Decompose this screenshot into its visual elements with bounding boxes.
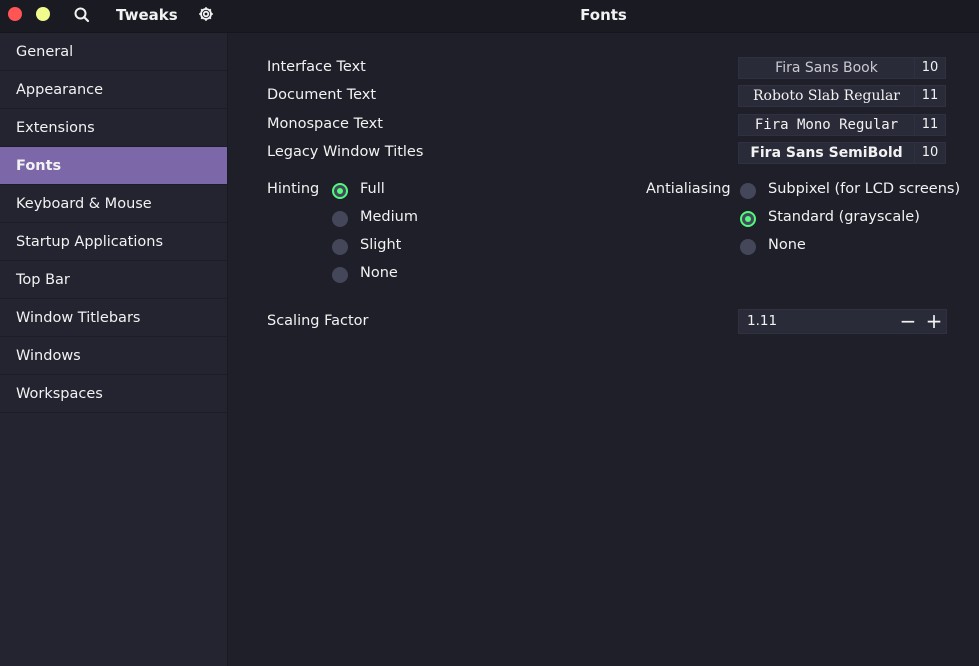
sidebar-item-keyboard-mouse[interactable]: Keyboard & Mouse	[0, 185, 227, 223]
decrease-button[interactable]: −	[895, 310, 921, 333]
monospace-font-button[interactable]: Fira Mono Regular	[738, 114, 915, 136]
search-icon[interactable]	[73, 6, 91, 24]
radio-unchecked-icon	[332, 267, 348, 283]
interface-font-button[interactable]: Fira Sans Book	[738, 57, 915, 79]
increase-button[interactable]: +	[921, 310, 947, 333]
legacy-window-titles-label: Legacy Window Titles	[267, 144, 424, 160]
sidebar-item-top-bar[interactable]: Top Bar	[0, 261, 227, 299]
sidebar: General Appearance Extensions Fonts Keyb…	[0, 33, 228, 666]
fonts-panel: Interface Text Fira Sans Book 10 Documen…	[229, 34, 979, 666]
sidebar-item-windows[interactable]: Windows	[0, 337, 227, 375]
close-window-button[interactable]	[8, 7, 22, 21]
radio-label: None	[768, 237, 806, 253]
document-font-button[interactable]: Roboto Slab Regular	[738, 85, 915, 107]
sidebar-header: Tweaks	[0, 0, 228, 33]
monospace-font-size[interactable]: 11	[914, 114, 946, 136]
radio-checked-icon	[740, 211, 756, 227]
radio-label: None	[360, 265, 398, 281]
sidebar-item-general[interactable]: General	[0, 33, 227, 71]
gear-icon[interactable]	[197, 5, 215, 23]
document-text-label: Document Text	[267, 87, 377, 103]
scaling-factor-spinbutton[interactable]: 1.11 − +	[738, 309, 947, 334]
sidebar-item-window-titlebars[interactable]: Window Titlebars	[0, 299, 227, 337]
sidebar-item-extensions[interactable]: Extensions	[0, 109, 227, 147]
monospace-text-label: Monospace Text	[267, 116, 383, 132]
sidebar-item-appearance[interactable]: Appearance	[0, 71, 227, 109]
document-font-size[interactable]: 11	[914, 85, 946, 107]
radio-label: Standard (grayscale)	[768, 209, 920, 225]
scaling-factor-value[interactable]: 1.11	[747, 313, 777, 329]
radio-unchecked-icon	[332, 239, 348, 255]
radio-unchecked-icon	[740, 239, 756, 255]
legacy-font-button[interactable]: Fira Sans SemiBold	[738, 142, 915, 164]
scaling-factor-label: Scaling Factor	[267, 313, 369, 329]
radio-unchecked-icon	[332, 211, 348, 227]
app-title: Tweaks	[116, 6, 178, 24]
legacy-font-size[interactable]: 10	[914, 142, 946, 164]
radio-checked-icon	[332, 183, 348, 199]
interface-font-size[interactable]: 10	[914, 57, 946, 79]
radio-label: Slight	[360, 237, 402, 253]
radio-label: Full	[360, 181, 385, 197]
hinting-label: Hinting	[267, 181, 320, 197]
antialiasing-label: Antialiasing	[646, 181, 731, 197]
sidebar-item-startup-applications[interactable]: Startup Applications	[0, 223, 227, 261]
title-bar: Tweaks Fonts	[0, 0, 979, 33]
interface-text-label: Interface Text	[267, 59, 366, 75]
radio-unchecked-icon	[740, 183, 756, 199]
radio-label: Medium	[360, 209, 418, 225]
page-title: Fonts	[580, 6, 627, 24]
sidebar-item-fonts[interactable]: Fonts	[0, 147, 227, 185]
sidebar-item-workspaces[interactable]: Workspaces	[0, 375, 227, 413]
minimize-window-button[interactable]	[36, 7, 50, 21]
radio-label: Subpixel (for LCD screens)	[768, 181, 961, 197]
